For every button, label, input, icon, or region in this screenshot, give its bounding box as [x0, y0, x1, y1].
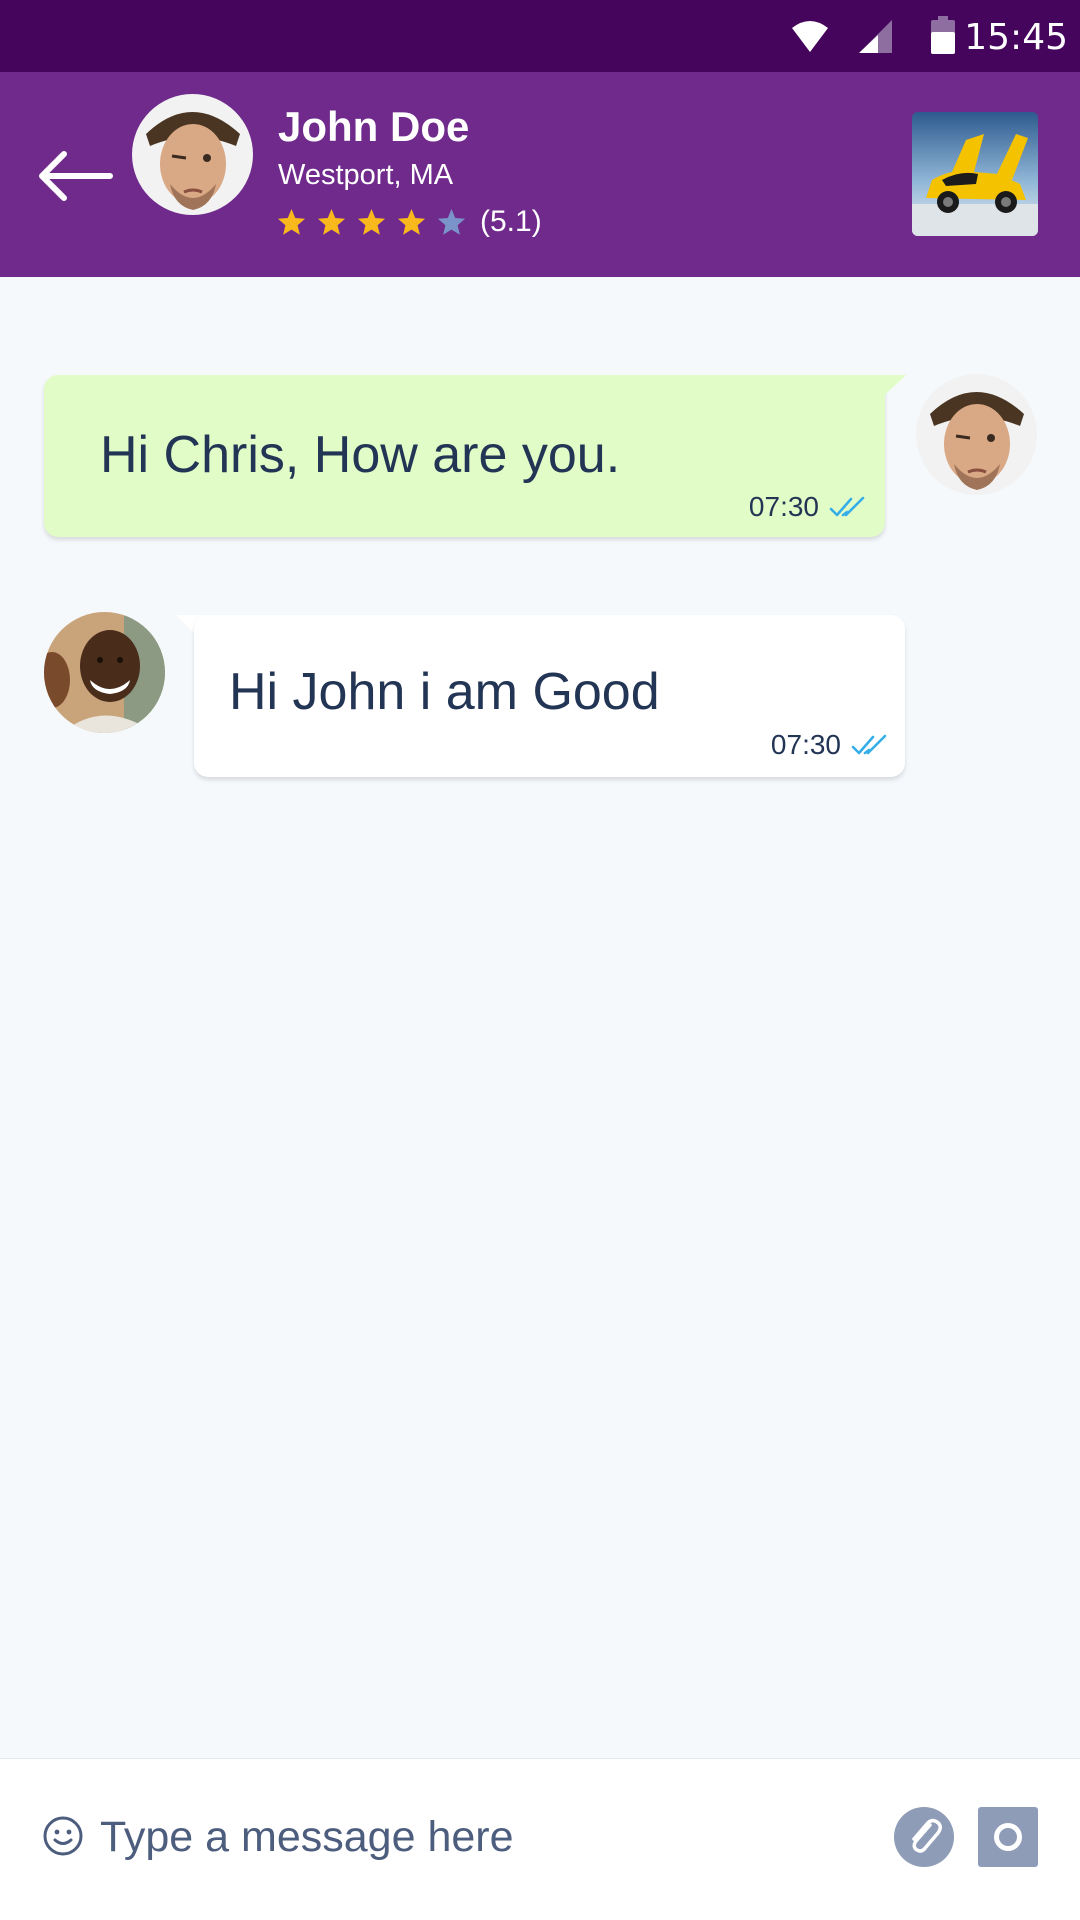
sender-avatar[interactable] — [916, 374, 1037, 495]
smiley-icon — [43, 1816, 83, 1856]
contact-location: Westport, MA — [278, 159, 454, 191]
yellow-sports-car-image — [912, 112, 1038, 236]
battery-icon — [931, 16, 955, 54]
message-meta: 07:30 — [771, 729, 891, 761]
john-doe-avatar-image — [132, 94, 253, 215]
attach-button[interactable] — [894, 1807, 954, 1867]
chat-header: John Doe Westport, MA (5.1) — [0, 72, 1080, 277]
message-text: Hi Chris, How are you. — [100, 426, 621, 484]
receiver-avatar[interactable] — [44, 612, 165, 733]
message-input[interactable] — [100, 1807, 860, 1867]
john-doe-avatar-image — [916, 374, 1037, 495]
message-text: Hi John i am Good — [229, 663, 660, 721]
rating-value: (5.1) — [480, 205, 542, 238]
rating: (5.1) — [276, 202, 542, 242]
message-bubble-outgoing[interactable]: Hi Chris, How are you. 07:30 — [44, 375, 885, 537]
bubble-tail-outgoing — [872, 375, 906, 407]
camera-icon — [994, 1823, 1022, 1851]
star-filled-icon — [397, 208, 426, 235]
message-time: 07:30 — [748, 491, 819, 522]
star-filled-icon — [357, 208, 386, 235]
message-bubble-incoming[interactable]: Hi John i am Good 07:30 — [194, 615, 905, 777]
star-filled-icon — [277, 208, 306, 235]
cell-signal-icon — [859, 20, 892, 53]
message-time: 07:30 — [770, 729, 841, 760]
star-filled-icon — [317, 208, 346, 235]
double-check-icon — [851, 734, 887, 755]
car-thumbnail[interactable] — [912, 112, 1038, 236]
message-composer — [0, 1758, 1080, 1920]
emoji-button[interactable] — [42, 1815, 84, 1857]
arrow-left-icon — [39, 151, 113, 201]
double-check-icon — [829, 496, 865, 517]
status-time: 15:45 — [964, 17, 1068, 58]
chris-avatar-image — [44, 612, 165, 733]
back-button[interactable] — [34, 126, 124, 226]
contact-name: John Doe — [278, 103, 470, 150]
status-bar: 15:45 — [0, 0, 1080, 72]
wifi-icon — [792, 21, 828, 52]
contact-avatar[interactable] — [132, 94, 253, 215]
message-meta: 07:30 — [749, 491, 869, 523]
paperclip-icon — [912, 1818, 942, 1853]
star-empty-icon — [437, 208, 466, 235]
camera-button[interactable] — [978, 1807, 1038, 1867]
